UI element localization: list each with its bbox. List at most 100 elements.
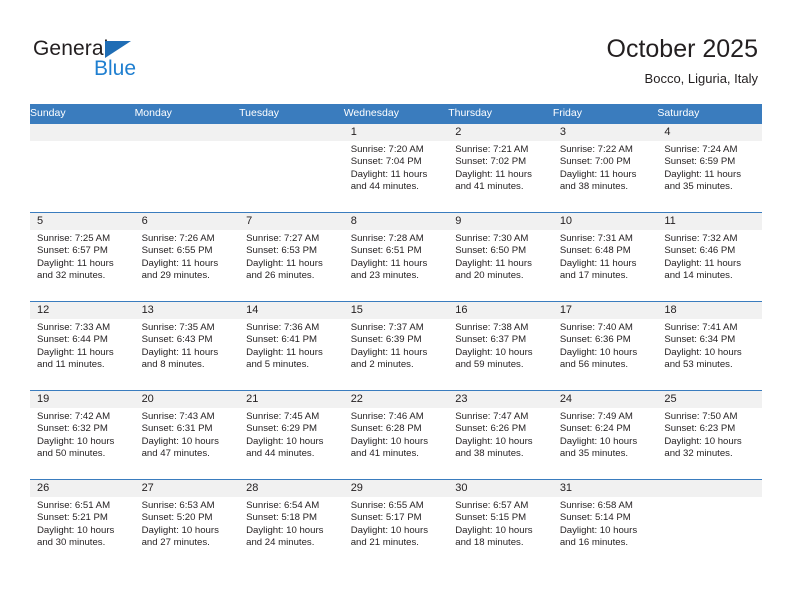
calendar-day-cell[interactable]: 22 Sunrise: 7:46 AM Sunset: 6:28 PM Dayligh… xyxy=(343,390,449,480)
sunset-text: Sunset: 6:23 PM xyxy=(664,423,736,435)
daylight-text: Daylight: 10 hours and 27 minutes. xyxy=(141,524,219,549)
calendar-day-cell[interactable]: 15 Sunrise: 7:37 AM Sunset: 6:39 PM Dayligh… xyxy=(343,301,449,391)
daylight-text: Daylight: 10 hours and 16 minutes. xyxy=(559,524,638,549)
brand-logo[interactable]: General Blue xyxy=(33,38,163,84)
calendar-day-cell[interactable]: 31 Sunrise: 6:58 AM Sunset: 5:14 PM Dayligh… xyxy=(552,479,658,569)
calendar-day-cell[interactable]: 26 Sunrise: 6:51 AM Sunset: 5:21 PM Dayligh… xyxy=(30,479,135,569)
day-number: 1 xyxy=(343,124,449,141)
calendar-day-cell[interactable]: 5 Sunrise: 7:25 AM Sunset: 6:57 PM Daylight… xyxy=(30,212,135,302)
sunset-text: Sunset: 6:43 PM xyxy=(141,334,213,346)
day-info: Sunrise: 7:20 AM Sunset: 7:04 PM Daylight:… xyxy=(344,141,449,194)
sunset-text: Sunset: 6:24 PM xyxy=(559,423,631,435)
day-number: 22 xyxy=(343,391,449,408)
calendar-day-cell[interactable]: 9 Sunrise: 7:30 AM Sunset: 6:50 PM Daylight… xyxy=(448,212,553,302)
daylight-text: Daylight: 11 hours and 14 minutes. xyxy=(664,257,741,282)
calendar-day-cell[interactable]: 16 Sunrise: 7:38 AM Sunset: 6:37 PM Dayligh… xyxy=(448,301,553,391)
daylight-text: Daylight: 10 hours and 41 minutes. xyxy=(350,435,429,460)
day-info: Sunrise: 7:26 AM Sunset: 6:55 PM Daylight:… xyxy=(135,230,240,283)
day-number: 26 xyxy=(30,480,135,497)
calendar-day-cell[interactable]: 25 Sunrise: 7:50 AM Sunset: 6:23 PM Dayligh… xyxy=(657,390,762,480)
sunrise-text: Sunrise: 7:43 AM xyxy=(141,411,215,422)
calendar-day-cell-empty xyxy=(30,123,135,213)
sunrise-text: Sunrise: 6:57 AM xyxy=(455,500,529,511)
sunrise-text: Sunrise: 7:27 AM xyxy=(246,233,320,244)
calendar-day-cell[interactable]: 2 Sunrise: 7:21 AM Sunset: 7:02 PM Daylight… xyxy=(448,123,553,213)
day-number: 7 xyxy=(239,213,344,230)
sunset-text: Sunset: 5:17 PM xyxy=(350,512,422,524)
day-info: Sunrise: 7:35 AM Sunset: 6:43 PM Daylight:… xyxy=(135,319,240,372)
sunrise-text: Sunrise: 7:50 AM xyxy=(664,411,738,422)
calendar-day-cell[interactable]: 20 Sunrise: 7:43 AM Sunset: 6:31 PM Dayligh… xyxy=(134,390,240,480)
sunrise-text: Sunrise: 6:54 AM xyxy=(246,500,320,511)
calendar-day-cell[interactable]: 29 Sunrise: 6:55 AM Sunset: 5:17 PM Dayligh… xyxy=(343,479,449,569)
sunrise-text: Sunrise: 7:41 AM xyxy=(664,322,738,333)
calendar-day-cell[interactable]: 6 Sunrise: 7:26 AM Sunset: 6:55 PM Daylight… xyxy=(134,212,240,302)
daylight-text: Daylight: 10 hours and 18 minutes. xyxy=(455,524,533,549)
calendar-day-cell[interactable]: 19 Sunrise: 7:42 AM Sunset: 6:32 PM Dayligh… xyxy=(30,390,135,480)
daylight-text: Daylight: 10 hours and 44 minutes. xyxy=(246,435,324,460)
calendar-table: Sunday Monday Tuesday Wednesday Thursday… xyxy=(30,104,762,569)
calendar-day-cell[interactable]: 1 Sunrise: 7:20 AM Sunset: 7:04 PM Daylight… xyxy=(343,123,449,213)
daylight-text: Daylight: 10 hours and 53 minutes. xyxy=(664,346,742,371)
day-number: 5 xyxy=(30,213,135,230)
sunrise-text: Sunrise: 7:25 AM xyxy=(37,233,111,244)
calendar-day-cell[interactable]: 18 Sunrise: 7:41 AM Sunset: 6:34 PM Dayligh… xyxy=(657,301,762,391)
sunset-text: Sunset: 6:34 PM xyxy=(664,334,736,346)
calendar-day-cell[interactable]: 12 Sunrise: 7:33 AM Sunset: 6:44 PM Dayligh… xyxy=(30,301,135,391)
sunrise-text: Sunrise: 7:26 AM xyxy=(141,233,215,244)
day-number: 16 xyxy=(448,302,553,319)
calendar-day-cell[interactable]: 3 Sunrise: 7:22 AM Sunset: 7:00 PM Daylight… xyxy=(552,123,658,213)
sunset-text: Sunset: 6:53 PM xyxy=(246,245,318,257)
sunrise-text: Sunrise: 7:35 AM xyxy=(141,322,215,333)
calendar-day-cell[interactable]: 8 Sunrise: 7:28 AM Sunset: 6:51 PM Daylight… xyxy=(343,212,449,302)
day-number: 9 xyxy=(448,213,553,230)
sunrise-text: Sunrise: 6:53 AM xyxy=(141,500,215,511)
calendar-day-cell[interactable]: 21 Sunrise: 7:45 AM Sunset: 6:29 PM Dayligh… xyxy=(239,390,344,480)
sunrise-text: Sunrise: 6:58 AM xyxy=(559,500,633,511)
weekday-header-thursday: Thursday xyxy=(448,104,553,124)
sunset-text: Sunset: 6:46 PM xyxy=(664,245,736,257)
sunset-text: Sunset: 7:02 PM xyxy=(455,156,527,168)
day-number xyxy=(657,480,762,497)
day-info: Sunrise: 7:49 AM Sunset: 6:24 PM Daylight:… xyxy=(553,408,658,461)
daylight-text: Daylight: 11 hours and 32 minutes. xyxy=(37,257,114,282)
daylight-text: Daylight: 11 hours and 35 minutes. xyxy=(664,168,741,193)
calendar-day-cell[interactable]: 13 Sunrise: 7:35 AM Sunset: 6:43 PM Dayligh… xyxy=(134,301,240,391)
day-number: 23 xyxy=(448,391,553,408)
day-number xyxy=(134,124,240,141)
sunrise-text: Sunrise: 7:46 AM xyxy=(350,411,424,422)
calendar-day-cell[interactable]: 11 Sunrise: 7:32 AM Sunset: 6:46 PM Dayligh… xyxy=(657,212,762,302)
calendar-day-cell[interactable]: 30 Sunrise: 6:57 AM Sunset: 5:15 PM Dayligh… xyxy=(448,479,553,569)
calendar-day-cell[interactable]: 27 Sunrise: 6:53 AM Sunset: 5:20 PM Dayligh… xyxy=(134,479,240,569)
weekday-header-wednesday: Wednesday xyxy=(343,104,449,124)
calendar-day-cell[interactable]: 7 Sunrise: 7:27 AM Sunset: 6:53 PM Daylight… xyxy=(239,212,344,302)
day-info: Sunrise: 7:46 AM Sunset: 6:28 PM Daylight:… xyxy=(344,408,449,461)
daylight-text: Daylight: 11 hours and 44 minutes. xyxy=(350,168,428,193)
brand-name-blue: Blue xyxy=(94,57,137,80)
day-info: Sunrise: 7:42 AM Sunset: 6:32 PM Daylight:… xyxy=(30,408,135,461)
sunset-text: Sunset: 6:57 PM xyxy=(37,245,108,257)
daylight-text: Daylight: 11 hours and 23 minutes. xyxy=(350,257,428,282)
sunrise-text: Sunrise: 7:40 AM xyxy=(559,322,633,333)
day-number: 4 xyxy=(657,124,762,141)
calendar-day-cell[interactable]: 17 Sunrise: 7:40 AM Sunset: 6:36 PM Dayligh… xyxy=(552,301,658,391)
day-number: 13 xyxy=(134,302,240,319)
calendar-day-cell[interactable]: 28 Sunrise: 6:54 AM Sunset: 5:18 PM Dayligh… xyxy=(239,479,344,569)
daylight-text: Daylight: 10 hours and 56 minutes. xyxy=(559,346,638,371)
day-number xyxy=(239,124,344,141)
calendar-day-cell[interactable]: 23 Sunrise: 7:47 AM Sunset: 6:26 PM Dayligh… xyxy=(448,390,553,480)
calendar-day-cell[interactable]: 4 Sunrise: 7:24 AM Sunset: 6:59 PM Daylight… xyxy=(657,123,762,213)
day-number: 30 xyxy=(448,480,553,497)
day-info: Sunrise: 6:53 AM Sunset: 5:20 PM Daylight:… xyxy=(135,497,240,550)
daylight-text: Daylight: 11 hours and 29 minutes. xyxy=(141,257,219,282)
calendar-day-cell[interactable]: 24 Sunrise: 7:49 AM Sunset: 6:24 PM Dayligh… xyxy=(552,390,658,480)
day-number xyxy=(30,124,135,141)
calendar-week-row: 12 Sunrise: 7:33 AM Sunset: 6:44 PM Dayligh… xyxy=(30,301,762,391)
sunset-text: Sunset: 6:55 PM xyxy=(141,245,213,257)
sunset-text: Sunset: 6:26 PM xyxy=(455,423,527,435)
day-info: Sunrise: 7:22 AM Sunset: 7:00 PM Daylight:… xyxy=(553,141,658,194)
sunset-text: Sunset: 6:29 PM xyxy=(246,423,318,435)
calendar-day-cell[interactable]: 14 Sunrise: 7:36 AM Sunset: 6:41 PM Dayligh… xyxy=(239,301,344,391)
calendar-day-cell[interactable]: 10 Sunrise: 7:31 AM Sunset: 6:48 PM Dayligh… xyxy=(552,212,658,302)
sunrise-text: Sunrise: 7:32 AM xyxy=(664,233,738,244)
